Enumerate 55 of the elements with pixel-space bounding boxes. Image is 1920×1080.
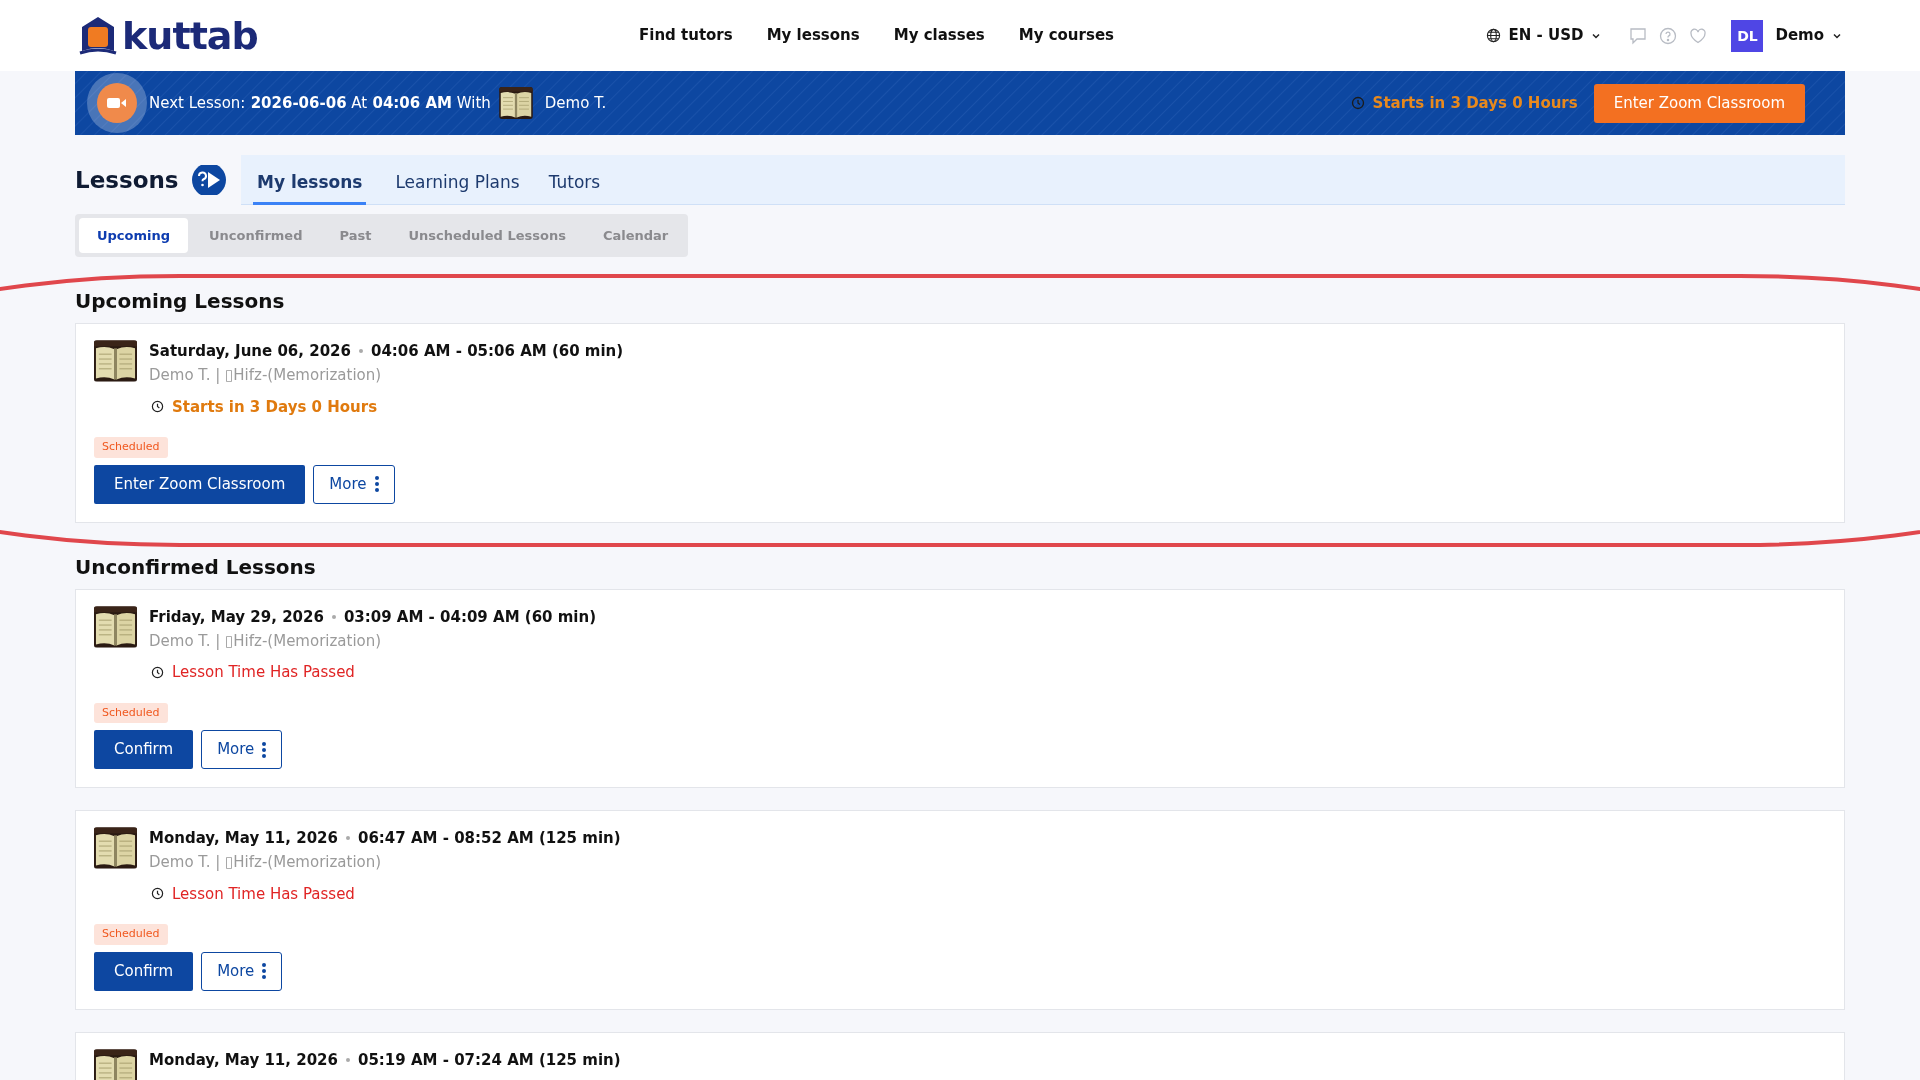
section-heading: Unconfirmed Lessons — [75, 554, 317, 579]
more-icon — [262, 963, 267, 979]
primary-button[interactable]: Confirm — [94, 951, 194, 991]
more-button[interactable]: More — [313, 464, 395, 504]
clock-icon — [151, 400, 164, 414]
help-icon[interactable] — [1659, 26, 1678, 45]
countdown-text: Starts in 3 Days 0 Hours — [1372, 92, 1578, 114]
clock-icon — [151, 887, 164, 901]
status-badge: Scheduled — [94, 437, 168, 458]
lesson-date: Monday, May 11, 2026 — [149, 1049, 338, 1071]
lesson-time: 03:09 AM - 04:09 AM (60 min) — [343, 606, 597, 628]
status-badge: Scheduled — [94, 702, 168, 723]
lesson-time: 05:19 AM - 07:24 AM (125 min) — [358, 1049, 621, 1071]
lesson-subtitle: Demo T. | ▯Hifz-(Memorization) — [149, 365, 383, 386]
video-camera-icon — [87, 73, 147, 133]
user-menu[interactable]: Demo — [1775, 24, 1842, 47]
tab[interactable]: My lessons — [253, 169, 367, 205]
lesson-subtitle: Demo T. | ▯Hifz-(Memorization) — [149, 630, 383, 652]
primary-button[interactable]: Confirm — [94, 730, 194, 769]
language-selector[interactable]: EN - USD — [1485, 24, 1602, 47]
lesson-status: Lesson Time Has Passed — [172, 883, 355, 905]
more-icon — [262, 741, 267, 758]
section-heading: Upcoming Lessons — [75, 289, 286, 313]
subtab[interactable]: Upcoming — [79, 218, 189, 253]
primary-button[interactable]: Enter Zoom Classroom — [94, 464, 306, 504]
lesson-time: 06:47 AM - 08:52 AM (125 min) — [358, 828, 621, 849]
logo-text[interactable]: kuttab — [122, 16, 258, 55]
lesson-subtitle: Demo T. | ▯Hifz-(Memorization) — [149, 852, 383, 873]
clock-icon — [151, 665, 164, 679]
lesson-date: Saturday, June 06, 2026 — [149, 341, 351, 362]
lesson-date: Monday, May 11, 2026 — [149, 828, 338, 849]
tab[interactable]: Tutors — [548, 169, 601, 205]
lesson-date: Friday, May 29, 2026 — [149, 606, 324, 628]
lesson-status: Lesson Time Has Passed — [172, 662, 355, 683]
lesson-time: 04:06 AM - 05:06 AM (60 min) — [371, 341, 624, 362]
nav-link[interactable]: My lessons — [766, 24, 860, 47]
more-button[interactable]: More — [201, 730, 283, 769]
next-lesson-text: Next Lesson: 2026-06-06 At 04:06 AM With — [149, 92, 491, 114]
nav-link[interactable]: My courses — [1018, 24, 1114, 47]
chat-icon[interactable] — [1629, 26, 1648, 45]
tab[interactable]: Learning Plans — [395, 169, 520, 205]
lesson-status: Starts in 3 Days 0 Hours — [172, 396, 378, 418]
globe-icon — [1485, 28, 1501, 43]
tutor-name: Demo T. — [544, 92, 607, 114]
help-video-icon[interactable] — [190, 165, 227, 195]
more-button[interactable]: More — [201, 951, 283, 991]
heart-icon[interactable] — [1689, 26, 1708, 45]
status-badge: Scheduled — [94, 924, 168, 945]
page-title: Lessons — [75, 165, 179, 195]
nav-link[interactable]: Find tutors — [639, 24, 733, 47]
more-icon — [374, 476, 379, 492]
user-avatar[interactable]: DL — [1731, 19, 1764, 52]
clock-icon — [1350, 96, 1365, 110]
logo-icon — [78, 14, 118, 57]
nav-link[interactable]: My classes — [893, 24, 985, 47]
